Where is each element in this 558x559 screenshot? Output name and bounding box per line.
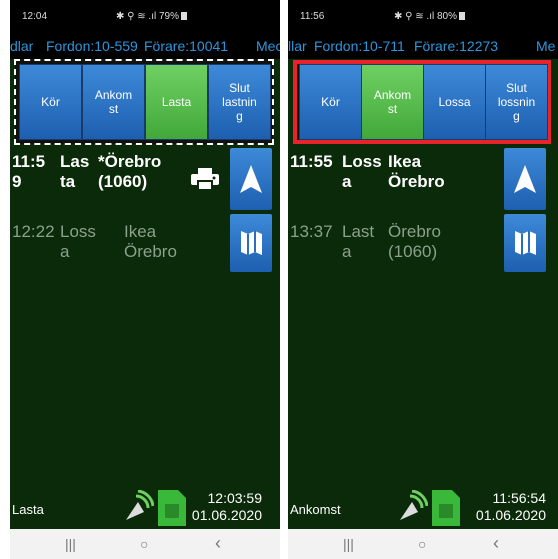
map-icon	[515, 231, 536, 255]
system-nav-bar: ||| ○ ‹	[10, 529, 280, 559]
action-button-row: Kör Ankom st Lossa Slut lossnin g	[293, 60, 551, 144]
phone-screen-left: 12:04 ✱ ⚲ ≋ .ıl 79% dlar Fordon:10-559 F…	[10, 0, 280, 559]
back-icon[interactable]: ‹	[215, 533, 221, 554]
info-suffix: Mec	[256, 38, 280, 54]
navigate-button[interactable]	[504, 148, 546, 210]
vehicle-info-bar: llar Fordon:10-711 Förare:12273 Me	[288, 33, 558, 59]
clock: 11:56:54 01.06.2020	[475, 490, 546, 523]
status-bar: 11:56 ✱ ⚲ ≋ .ıl 80%	[288, 0, 558, 33]
battery-icon	[181, 12, 187, 20]
kor-button[interactable]: Kör	[299, 64, 362, 140]
trip-row[interactable]: 12:22 Loss a Ikea Örebro	[12, 222, 222, 264]
ankomst-button[interactable]: Ankom st	[361, 64, 424, 140]
slut-lossning-button[interactable]: Slut lossnin g	[485, 64, 548, 140]
action-button-row: Kör Ankom st Lasta Slut lastnin g	[14, 59, 274, 145]
battery-icon	[459, 12, 465, 20]
gps-signal-icon	[400, 490, 428, 520]
kor-button[interactable]: Kör	[19, 64, 82, 140]
back-icon[interactable]: ‹	[493, 533, 499, 554]
map-icon	[241, 231, 262, 255]
navigate-button[interactable]	[230, 148, 272, 210]
sim-card-icon	[432, 490, 460, 526]
navigation-arrow-icon	[514, 165, 536, 193]
recents-icon[interactable]: |||	[343, 536, 354, 552]
status-time: 11:56	[300, 11, 325, 22]
system-nav-bar: ||| ○ ‹	[288, 529, 558, 559]
info-suffix: Me	[536, 38, 556, 54]
slut-lastning-button[interactable]: Slut lastnin g	[208, 64, 271, 140]
info-prefix: dlar	[10, 38, 34, 54]
home-icon[interactable]: ○	[140, 536, 148, 552]
vehicle-info-bar: dlar Fordon:10-559 Förare:10041 Mec	[10, 33, 280, 59]
ankomst-button[interactable]: Ankom st	[82, 64, 145, 140]
driver-id: Förare:10041	[144, 38, 229, 54]
trip-row[interactable]: 11:55 Loss a Ikea Örebro	[290, 152, 500, 194]
lossa-button[interactable]: Lossa	[423, 64, 486, 140]
clock: 12:03:59 01.06.2020	[191, 490, 262, 523]
map-button[interactable]	[230, 214, 272, 272]
current-status-label: Ankomst	[290, 502, 341, 517]
status-icons: ✱ ⚲ ≋ .ıl 79%	[116, 11, 187, 22]
status-icons: ✱ ⚲ ≋ .ıl 80%	[394, 11, 465, 22]
sim-card-icon	[158, 490, 186, 526]
lasta-button[interactable]: Lasta	[145, 64, 208, 140]
status-time: 12:04	[22, 11, 48, 22]
trip-row[interactable]: 13:37 Last a Örebro (1060)	[290, 222, 500, 264]
gps-signal-icon	[126, 490, 154, 520]
navigation-arrow-icon	[240, 165, 262, 193]
vehicle-id: Fordon:10-559	[46, 38, 138, 54]
current-status-label: Lasta	[12, 502, 44, 517]
recents-icon[interactable]: |||	[65, 536, 76, 552]
status-bar: 12:04 ✱ ⚲ ≋ .ıl 79%	[10, 0, 280, 33]
vehicle-id: Fordon:10-711	[314, 38, 405, 54]
printer-icon[interactable]	[191, 168, 219, 190]
driver-id: Förare:12273	[414, 38, 499, 54]
phone-screen-right: 11:56 ✱ ⚲ ≋ .ıl 80% llar Fordon:10-711 F…	[288, 0, 558, 559]
map-button[interactable]	[504, 214, 546, 272]
home-icon[interactable]: ○	[418, 536, 426, 552]
info-prefix: llar	[288, 38, 307, 54]
